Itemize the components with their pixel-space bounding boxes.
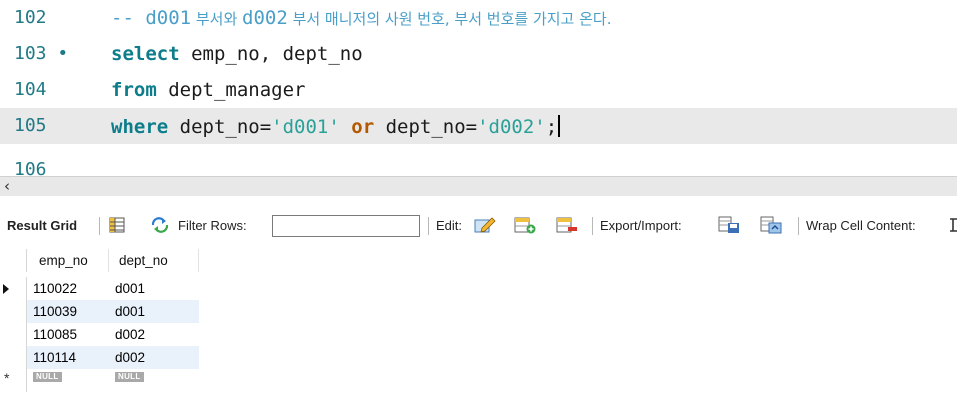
null-badge: NULL	[33, 372, 62, 382]
line-number: 104	[14, 79, 47, 100]
line-number: 103 •	[14, 43, 69, 64]
table-cell[interactable]: d002	[109, 346, 199, 369]
refresh-icon[interactable]	[150, 216, 170, 237]
table-cell[interactable]: 110022	[27, 277, 109, 300]
table-cell[interactable]: d002	[109, 323, 199, 346]
row-marker	[0, 249, 27, 272]
current-row-arrow-icon	[0, 277, 27, 300]
import-icon[interactable]	[760, 216, 782, 237]
text-caret	[558, 115, 561, 137]
scroll-left-icon[interactable]: ‹	[0, 177, 14, 196]
table-cell[interactable]: 110039	[27, 300, 109, 323]
editor-horizontal-scrollbar[interactable]: ‹	[0, 176, 957, 196]
sql-code: where dept_no='d001' or dept_no='d002';	[111, 115, 561, 138]
row-marker	[0, 323, 27, 346]
null-cell[interactable]: NULL	[27, 369, 109, 392]
sql-code: from dept_manager	[111, 79, 306, 101]
sql-code: select emp_no, dept_no	[111, 43, 363, 65]
edit-label: Edit:	[436, 218, 463, 233]
column-header-dept-no[interactable]: dept_no	[109, 249, 199, 272]
statement-marker-icon: •	[57, 43, 69, 64]
result-grid-tab[interactable]: Result Grid	[7, 218, 77, 233]
filter-rows-label: Filter Rows:	[178, 218, 247, 233]
toolbar-divider	[592, 217, 593, 235]
wrap-cell-icon[interactable]	[948, 216, 957, 237]
export-import-label: Export/Import:	[600, 218, 682, 233]
editor-line: 104 from dept_manager	[0, 72, 957, 108]
table-cell[interactable]: d001	[109, 300, 199, 323]
filter-rows-input[interactable]	[272, 215, 420, 237]
line-number: 105	[14, 115, 47, 136]
row-marker	[0, 346, 27, 369]
line-number: 106	[14, 159, 47, 176]
result-toolbar: Result Grid Filter Rows: Edit: Export/Im…	[0, 205, 957, 247]
add-row-icon[interactable]	[514, 216, 536, 237]
table-cell[interactable]: d001	[109, 277, 199, 300]
new-row-star-icon	[0, 369, 27, 392]
editor-line: 106	[0, 152, 957, 176]
wrap-cell-content-label: Wrap Cell Content:	[806, 218, 916, 233]
toolbar-divider	[99, 217, 100, 235]
sql-comment: -- d001 부서와 d002 부서 매니저의 사원 번호, 부서 번호를 가…	[111, 7, 612, 29]
editor-line: 102 -- d001 부서와 d002 부서 매니저의 사원 번호, 부서 번…	[0, 0, 957, 36]
grid-view-icon[interactable]	[108, 216, 126, 237]
table-cell[interactable]: 110114	[27, 346, 109, 369]
row-marker	[0, 300, 27, 323]
table-cell[interactable]: 110085	[27, 323, 109, 346]
null-badge: NULL	[115, 372, 144, 382]
editor-line-current: 105 where dept_no='d001' or dept_no='d00…	[0, 108, 957, 144]
editor-line: 103 • select emp_no, dept_no	[0, 36, 957, 72]
line-number: 102	[14, 7, 47, 28]
edit-cell-icon[interactable]	[474, 216, 496, 237]
toolbar-divider	[428, 217, 429, 235]
sql-editor[interactable]: 102 -- d001 부서와 d002 부서 매니저의 사원 번호, 부서 번…	[0, 0, 957, 176]
delete-row-icon[interactable]	[556, 216, 578, 237]
export-icon[interactable]	[718, 216, 740, 237]
column-header-emp-no[interactable]: emp_no	[27, 249, 109, 272]
toolbar-divider	[798, 217, 799, 235]
null-cell[interactable]: NULL	[109, 369, 199, 392]
